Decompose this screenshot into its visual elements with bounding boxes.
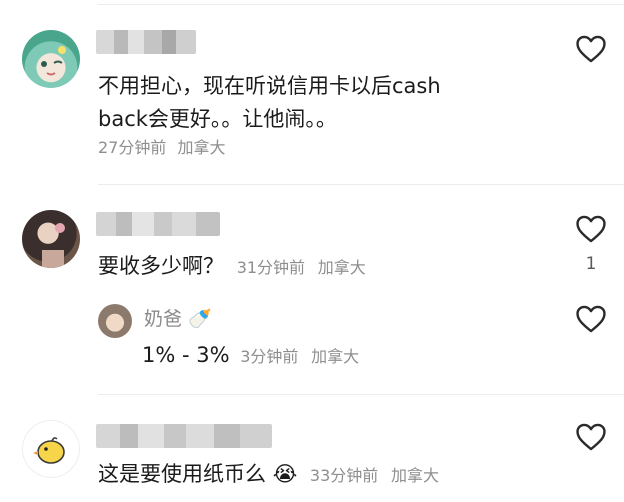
- comment-text: 要收多少啊？ 31分钟前 加拿大: [98, 248, 366, 286]
- reply-text: 1% - 3% 3分钟前 加拿大: [142, 337, 359, 375]
- comment-text-line: back会更好。。让他闹。。: [98, 107, 337, 131]
- comment-text: 不用担心，现在听说信用卡以后cash: [98, 68, 441, 104]
- comment-time: 33分钟前: [309, 466, 379, 485]
- reply-text-content: 1% - 3%: [142, 343, 230, 367]
- anime-girl-avatar[interactable]: [22, 30, 80, 88]
- username-blurred[interactable]: [96, 424, 272, 448]
- divider: [98, 184, 624, 185]
- comment-location: 加拿大: [317, 258, 366, 277]
- like-heart-icon[interactable]: [574, 302, 608, 336]
- reply-name-text: 奶爸: [144, 308, 183, 330]
- comment-time: 27分钟前: [98, 138, 167, 157]
- comment-location: 加拿大: [177, 138, 226, 157]
- yellow-chick-avatar[interactable]: [22, 420, 80, 478]
- reply-username[interactable]: 奶爸 🍼: [144, 304, 212, 331]
- crying-face-icon: 😭: [272, 462, 298, 486]
- baby-bottle-icon: 🍼: [188, 308, 212, 330]
- dark-haired-girl-avatar[interactable]: [22, 210, 80, 268]
- comment-text-line: 不用担心，现在听说信用卡以后cash: [98, 74, 441, 98]
- like-heart-icon[interactable]: [574, 420, 608, 454]
- reply-location: 加拿大: [311, 347, 360, 366]
- comment-text-line: 要收多少啊？: [98, 254, 224, 278]
- comment-meta: 27分钟前 加拿大: [98, 130, 225, 166]
- like-count: 1: [585, 254, 597, 274]
- username-blurred[interactable]: [96, 212, 220, 236]
- divider: [98, 394, 624, 395]
- comment-time: 31分钟前: [236, 258, 306, 277]
- comment-text: 这是要使用纸币么 😭 33分钟前 加拿大: [98, 456, 439, 494]
- comment-text-line: 这是要使用纸币么: [98, 462, 266, 486]
- username-blurred[interactable]: [96, 30, 196, 54]
- like-heart-icon[interactable]: [574, 212, 608, 246]
- divider-top: [98, 4, 624, 5]
- like-heart-icon[interactable]: [574, 32, 608, 66]
- comment-location: 加拿大: [390, 466, 439, 485]
- child-avatar[interactable]: [98, 304, 132, 338]
- reply-time: 3分钟前: [240, 347, 299, 366]
